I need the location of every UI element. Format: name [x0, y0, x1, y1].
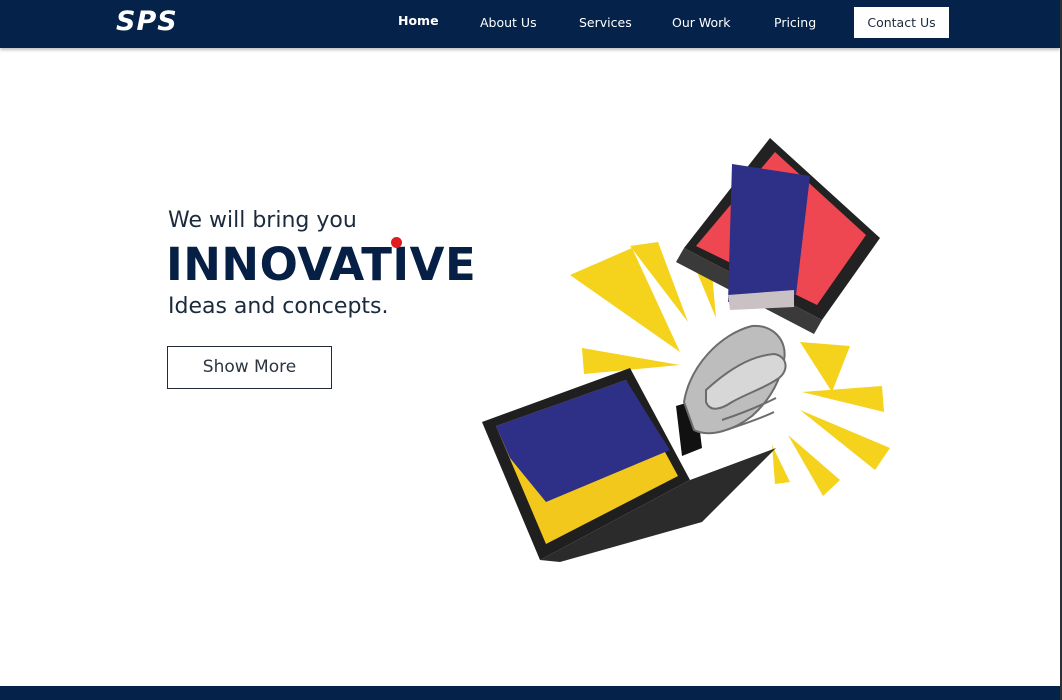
nav-our-work[interactable]: Our Work — [672, 15, 731, 31]
show-more-button[interactable]: Show More — [167, 346, 332, 389]
hero-accent-dot — [391, 237, 402, 248]
handshake-hands — [682, 324, 787, 435]
upper-laptop — [676, 138, 880, 334]
handshake-laptops-illustration — [482, 138, 890, 562]
page-frame: SPS Home About Us Services Our Work Pric… — [0, 0, 1062, 700]
contact-us-button[interactable]: Contact Us — [854, 7, 949, 38]
hero-tagline: Ideas and concepts. — [168, 294, 389, 319]
nav-home[interactable]: Home — [398, 13, 439, 29]
nav-services[interactable]: Services — [579, 15, 632, 31]
footer-bar — [0, 686, 1060, 700]
nav-about-us[interactable]: About Us — [480, 15, 537, 31]
hero-title: INNOVATIVE — [166, 238, 477, 291]
site-logo[interactable]: SPS — [116, 6, 178, 38]
nav-pricing[interactable]: Pricing — [774, 15, 816, 31]
hero-subtitle: We will bring you — [168, 208, 357, 233]
top-navbar: SPS Home About Us Services Our Work Pric… — [0, 0, 1060, 48]
